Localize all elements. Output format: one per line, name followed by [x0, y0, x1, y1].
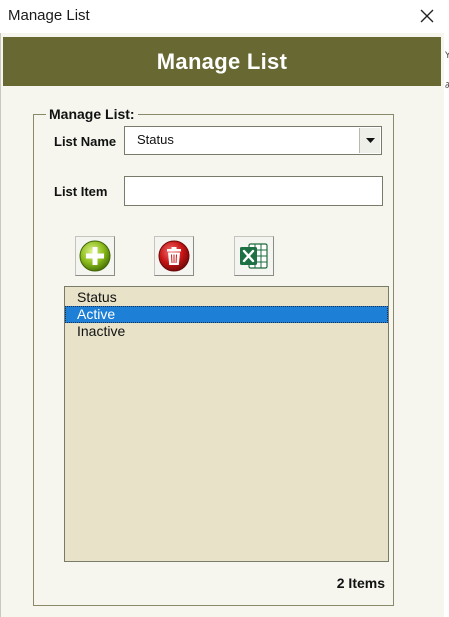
dialog-client: Manage List Manage List: List Name Statu…	[0, 33, 444, 617]
list-item[interactable]: Status	[65, 289, 388, 306]
header-title: Manage List	[156, 48, 288, 74]
manage-list-group: Manage List: List Name Status List Item	[33, 106, 394, 606]
list-name-combobox[interactable]: Status	[124, 126, 382, 155]
export-excel-button[interactable]	[234, 236, 274, 276]
list-item-label: List Item	[54, 184, 108, 199]
close-icon	[420, 9, 434, 23]
dropdown-button[interactable]	[359, 128, 380, 153]
list-item-input[interactable]	[124, 176, 383, 206]
delete-item-button[interactable]	[154, 236, 194, 276]
trash-icon	[158, 240, 190, 272]
item-count-label: 2 Items	[336, 575, 385, 591]
list-item[interactable]: Inactive	[65, 323, 388, 340]
list-name-label: List Name	[54, 134, 117, 149]
header-banner: Manage List	[3, 37, 441, 86]
add-item-button[interactable]	[75, 236, 115, 276]
chevron-down-icon	[365, 137, 375, 143]
excel-icon	[240, 243, 268, 269]
close-button[interactable]	[413, 2, 441, 30]
list-item-selected[interactable]: Active	[65, 306, 388, 323]
list-items-box[interactable]: Status Active Inactive	[64, 286, 389, 562]
plus-circle-icon	[79, 240, 111, 272]
list-name-value: Status	[137, 132, 174, 147]
title-bar: Manage List	[0, 0, 449, 33]
group-legend: Manage List:	[46, 106, 138, 122]
window-title: Manage List	[8, 7, 90, 24]
